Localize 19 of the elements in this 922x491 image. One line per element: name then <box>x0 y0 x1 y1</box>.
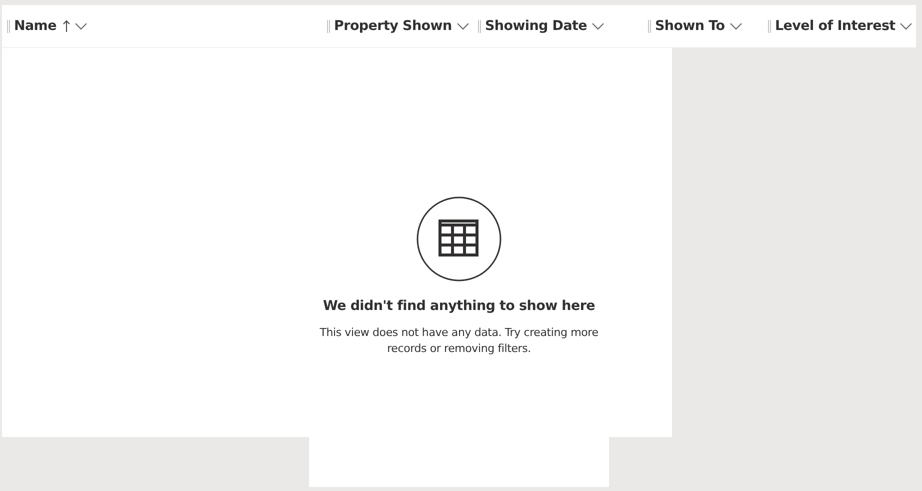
resize-handle[interactable] <box>7 20 10 32</box>
chevron-down-icon[interactable] <box>75 22 88 30</box>
column-header[interactable]: Level of Interest <box>773 18 896 34</box>
resize-handle[interactable] <box>648 20 651 32</box>
empty-state-title: We didn't find anything to show here <box>322 298 596 314</box>
resize-handle[interactable] <box>478 20 481 32</box>
column-header[interactable]: Shown To <box>653 18 725 34</box>
chevron-down-icon[interactable] <box>456 22 469 30</box>
column-header[interactable]: Name <box>12 18 70 34</box>
column-header[interactable]: Property Shown <box>332 18 452 34</box>
resize-handle[interactable] <box>327 20 330 32</box>
sort-up-arrow-icon <box>63 20 70 32</box>
resize-handle[interactable] <box>768 20 771 32</box>
chevron-down-icon[interactable] <box>900 22 912 30</box>
empty-state-message: This view does not have any data. Try creating more records or removing filters. <box>318 325 600 357</box>
column-header[interactable]: Showing Date <box>483 18 588 34</box>
table-icon <box>416 196 502 282</box>
chevron-down-icon[interactable] <box>730 22 742 30</box>
chevron-down-icon[interactable] <box>592 22 604 30</box>
